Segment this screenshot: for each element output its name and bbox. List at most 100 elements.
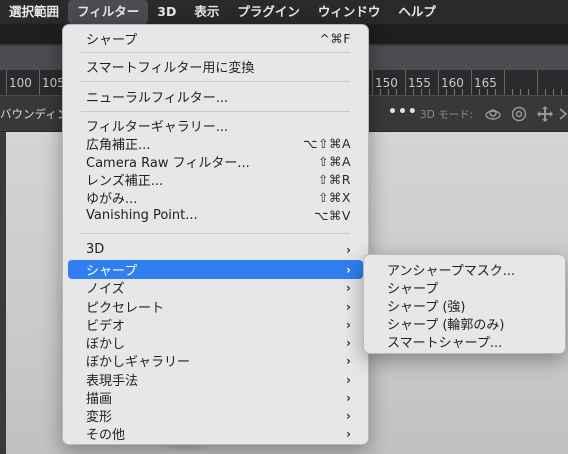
submenu-pixelate[interactable]: ピクセレート › [68,297,363,317]
ruler-tick [405,70,406,95]
ruler-tick [39,70,40,95]
menu-item-label: 表現手法 [86,374,139,389]
ruler-tick [561,89,562,95]
menu-item-label: シャープ (強) [387,300,466,315]
menu-item-label: シャープ [86,33,138,48]
menu-item-sharpen-more[interactable]: シャープ (強) [369,296,560,315]
menu-item-label: フィルターギャラリー... [86,120,229,135]
ruler-tick [520,89,521,95]
menu-item-label: 変形 [86,410,113,425]
chevron-right-icon: › [346,335,351,350]
orbit-3d-icon[interactable] [484,105,502,123]
menu-window[interactable]: ウィンドウ [309,0,390,24]
chevron-right-icon: › [346,317,351,332]
chevron-right-icon: › [346,280,351,295]
menu-3d[interactable]: 3D [148,0,185,24]
submenu-blur-gallery[interactable]: ぼかしギャラリー › [68,351,363,371]
menu-item-label: ゆがみ... [86,192,138,207]
menu-item-liquify[interactable]: ゆがみ... ⇧⌘X [68,188,363,207]
ruler-tick [388,89,389,95]
submenu-other[interactable]: その他 › [68,424,363,444]
submenu-stylize[interactable]: 表現手法 › [68,370,363,390]
ruler-tick [471,70,472,95]
ruler-tick [421,89,422,95]
menu-separator [81,233,350,234]
menu-item-adaptive-wide-angle[interactable]: 広角補正... ⌥⇧⌘A [68,134,363,153]
chevron-right-icon: › [346,426,351,441]
chevron-right-icon: › [346,242,351,257]
ruler-tick [446,89,447,95]
submenu-render[interactable]: 描画 › [68,388,363,408]
menu-item-smart-sharpen[interactable]: スマートシャープ... [369,332,560,351]
ruler-tick [413,89,414,95]
menu-item-vanishing-point[interactable]: Vanishing Point... ⌥⌘V [68,206,363,225]
menu-plugins[interactable]: プラグイン [228,0,309,24]
menu-item-camera-raw[interactable]: Camera Raw フィルター... ⇧⌘A [68,152,363,171]
menu-separator [81,52,350,53]
menu-view[interactable]: 表示 [185,0,228,24]
menu-item-convert-smart-filter[interactable]: スマートフィルター用に変換 [68,57,363,76]
ruler-tick [438,70,439,95]
submenu-distort[interactable]: 変形 › [68,406,363,426]
ruler-tick [553,89,554,95]
menu-item-shortcut: ⇧⌘R [317,172,351,187]
menu-item-last-filter-sharpen[interactable]: シャープ ^⌘F [68,29,363,48]
chevron-right-icon: › [346,372,351,387]
roll-3d-icon[interactable] [510,105,528,123]
submenu-3d[interactable]: 3D › [68,240,363,259]
menu-item-shortcut: ⌥⌘V [314,208,351,223]
submenu-noise[interactable]: ノイズ › [68,278,363,298]
menu-item-shortcut: ^⌘F [319,31,351,46]
menu-item-label: ぼかし [86,337,126,352]
ruler-label: 150 [375,76,398,90]
submenu-blur[interactable]: ぼかし › [68,333,363,353]
ruler-tick [528,89,529,95]
menu-item-unsharp-mask[interactable]: アンシャープマスク... [369,260,560,279]
ruler-tick [537,70,538,95]
ruler-label: 160 [441,76,464,90]
ruler-tick [429,89,430,95]
menu-bar: 選択範囲 フィルター 3D 表示 プラグイン ウィンドウ ヘルプ [0,0,568,24]
ruler-tick [380,89,381,95]
menu-item-label: ノイズ [86,282,125,297]
ruler-tick [504,70,505,95]
menu-help[interactable]: ヘルプ [389,0,445,24]
menu-separator [81,111,350,112]
menu-item-neural-filters[interactable]: ニューラルフィルター... [68,87,363,106]
pan-3d-icon[interactable] [536,105,554,123]
filter-menu: シャープ ^⌘F スマートフィルター用に変換 ニューラルフィルター... フィル… [62,24,369,445]
menu-item-sharpen-edges[interactable]: シャープ (輪郭のみ) [369,314,560,333]
slide-3d-icon[interactable] [558,105,568,123]
menu-filter[interactable]: フィルター [68,0,149,24]
menu-item-filter-gallery[interactable]: フィルターギャラリー... [68,116,363,135]
ruler-tick [545,89,546,95]
menu-item-lens-correction[interactable]: レンズ補正... ⇧⌘R [68,170,363,189]
menu-item-label: その他 [86,428,126,443]
sharpen-submenu: アンシャープマスク... シャープ シャープ (強) シャープ (輪郭のみ) ス… [363,254,566,354]
chevron-right-icon: › [346,353,351,368]
menu-separator [81,81,350,82]
menu-item-label: 広角補正... [86,138,151,153]
submenu-video[interactable]: ビデオ › [68,315,363,335]
chevron-right-icon: › [346,262,351,277]
menu-item-label: シャープ (輪郭のみ) [387,318,505,333]
ruler-label: 165 [474,76,497,90]
menu-item-label: シャープ [86,264,138,279]
menu-item-sharpen[interactable]: シャープ [369,278,560,297]
menu-item-label: スマートシャープ... [387,336,503,351]
ruler-tick [479,89,480,95]
canvas-left-edge [0,132,6,454]
ruler-tick [6,70,7,95]
menu-select[interactable]: 選択範囲 [0,0,68,24]
menu-item-label: アンシャープマスク... [387,264,516,279]
more-options-button[interactable]: ••• [388,104,418,120]
ruler-label: 155 [408,76,431,90]
menu-item-label: レンズ補正... [86,174,164,189]
menu-item-label: ピクセレート [86,301,165,316]
chevron-right-icon: › [346,299,351,314]
submenu-sharpen[interactable]: シャープ › [68,260,363,279]
menu-item-shortcut: ⇧⌘X [317,190,351,205]
chevron-right-icon: › [346,390,351,405]
menu-item-label: ニューラルフィルター... [86,91,229,106]
ruler-tick [462,89,463,95]
